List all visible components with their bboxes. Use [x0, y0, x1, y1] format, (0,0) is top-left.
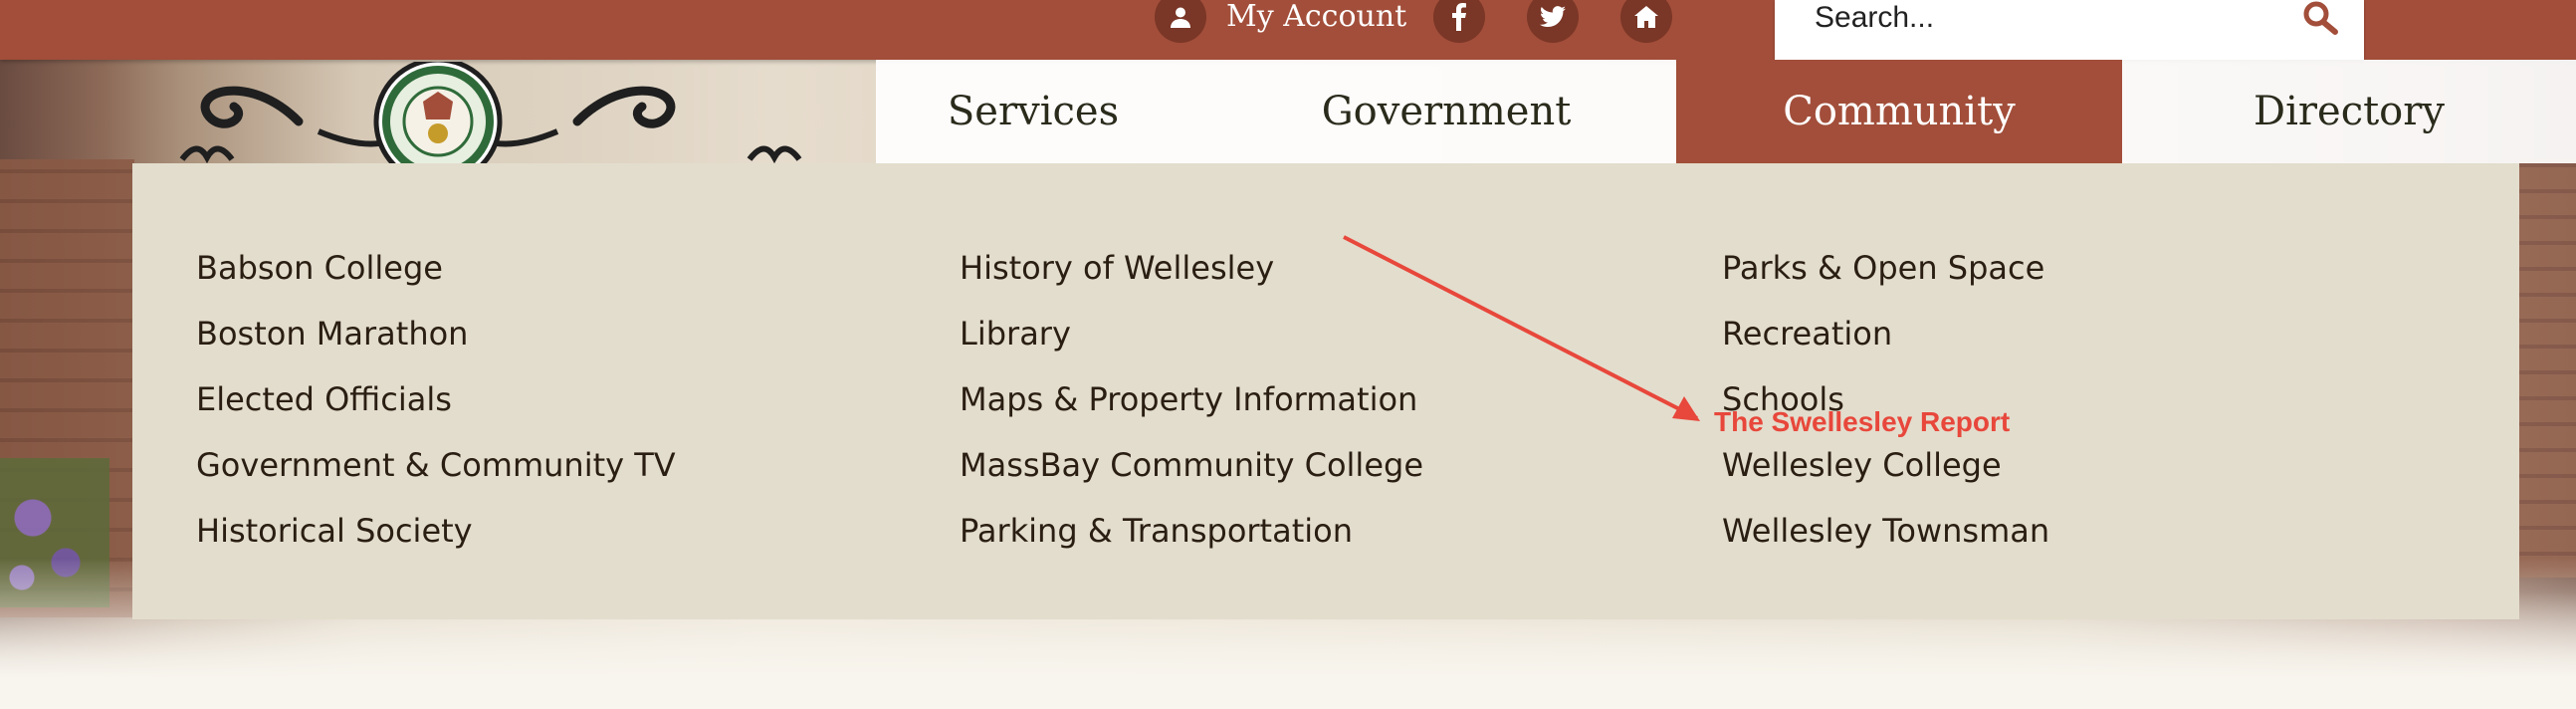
search-input[interactable] — [1813, 0, 2294, 36]
menu-link-elected-officials[interactable]: Elected Officials — [196, 366, 676, 432]
community-dropdown: Babson College Boston Marathon Elected O… — [132, 163, 2519, 619]
home-icon — [1620, 0, 1672, 43]
twitter-link[interactable] — [1527, 0, 1579, 43]
search-button[interactable] — [2298, 0, 2342, 36]
menu-link-historical-society[interactable]: Historical Society — [196, 498, 676, 564]
user-icon — [1155, 0, 1206, 43]
facebook-icon — [1433, 0, 1485, 43]
ornament-icon — [179, 145, 235, 163]
menu-link-babson-college[interactable]: Babson College — [196, 235, 676, 301]
nav-services[interactable]: Services — [876, 60, 1190, 163]
nav-community[interactable]: Community — [1676, 60, 2122, 163]
nav-government[interactable]: Government — [1244, 60, 1648, 163]
twitter-icon — [1527, 0, 1579, 43]
menu-link-parks-open-space[interactable]: Parks & Open Space — [1722, 235, 2049, 301]
my-account-label: My Account — [1226, 0, 1407, 34]
menu-link-wellesley-townsman[interactable]: Wellesley Townsman — [1722, 498, 2049, 564]
search-box — [1775, 0, 2364, 60]
search-icon — [2303, 1, 2338, 35]
annotation-arrow-icon — [1343, 235, 1700, 421]
town-logo[interactable] — [179, 57, 697, 186]
dropdown-column-3: Parks & Open Space Recreation Schools We… — [1722, 235, 2049, 564]
menu-link-parking-transportation[interactable]: Parking & Transportation — [960, 498, 1423, 564]
annotation-label: The Swellesley Report — [1714, 406, 2011, 437]
menu-link-wellesley-college[interactable]: Wellesley College — [1722, 432, 2049, 498]
facebook-link[interactable] — [1433, 0, 1485, 43]
background-building-right — [2516, 159, 2576, 578]
ornament-icon — [747, 145, 802, 163]
my-account-link[interactable]: My Account — [1155, 0, 1407, 43]
home-link[interactable] — [1620, 0, 1672, 43]
menu-link-massbay-community-college[interactable]: MassBay Community College — [960, 432, 1423, 498]
nav-directory[interactable]: Directory — [2150, 60, 2548, 163]
menu-link-government-community-tv[interactable]: Government & Community TV — [196, 432, 676, 498]
menu-link-boston-marathon[interactable]: Boston Marathon — [196, 301, 676, 366]
dropdown-column-1: Babson College Boston Marathon Elected O… — [196, 235, 676, 564]
menu-link-recreation[interactable]: Recreation — [1722, 301, 2049, 366]
